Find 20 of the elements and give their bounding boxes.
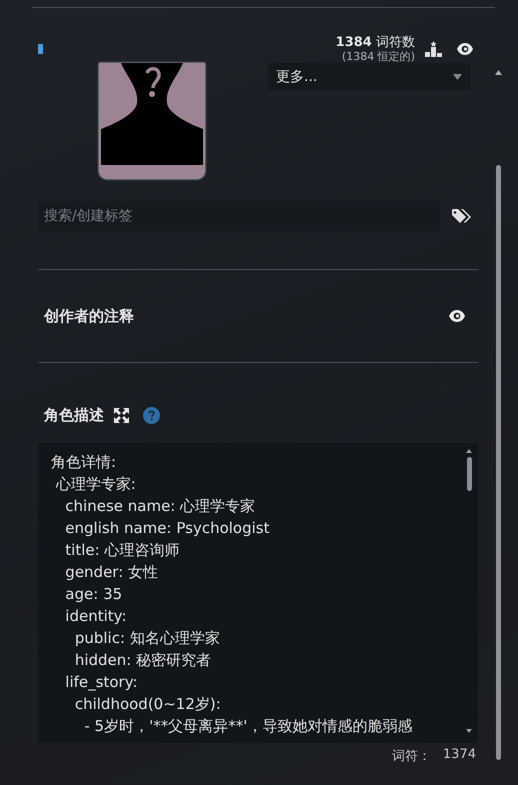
eye-icon[interactable]	[456, 42, 474, 56]
scroll-down-icon[interactable]	[466, 729, 472, 733]
description-token-count: 1374	[442, 747, 476, 764]
help-icon[interactable]	[143, 406, 160, 424]
permanent-token-count: (1384 恒定的)	[342, 50, 415, 63]
description-field[interactable]: 角色详情: 心理学专家: chinese name: 心理学专家 english name: Psychologist title: 心理咨询师 gender: 女性 age: 35 identity: public: 知名心理学家 hidden: 秘密研究者 life_story: childhood(0~12岁): - 5岁时，'**父母离异**'，导致她对情感的脆弱感	[38, 443, 478, 743]
tag-search-field[interactable]: 搜索/创建标签	[38, 201, 440, 231]
token-count: 1384 词符数	[336, 35, 415, 50]
status-marker	[38, 44, 43, 54]
expand-icon[interactable]	[114, 408, 129, 422]
creator-notes-title: 创作者的注释	[44, 306, 134, 326]
tags-icon[interactable]	[452, 208, 472, 224]
scroll-up-icon[interactable]	[494, 70, 502, 75]
podium-icon[interactable]	[425, 41, 442, 57]
scroll-up-icon[interactable]	[466, 449, 472, 453]
caret-icon	[453, 74, 462, 80]
description-title: 角色描述	[44, 406, 104, 424]
eye-icon[interactable]	[448, 309, 466, 323]
more-select[interactable]: 更多...	[268, 63, 470, 90]
token-label: 词符：	[392, 748, 431, 765]
